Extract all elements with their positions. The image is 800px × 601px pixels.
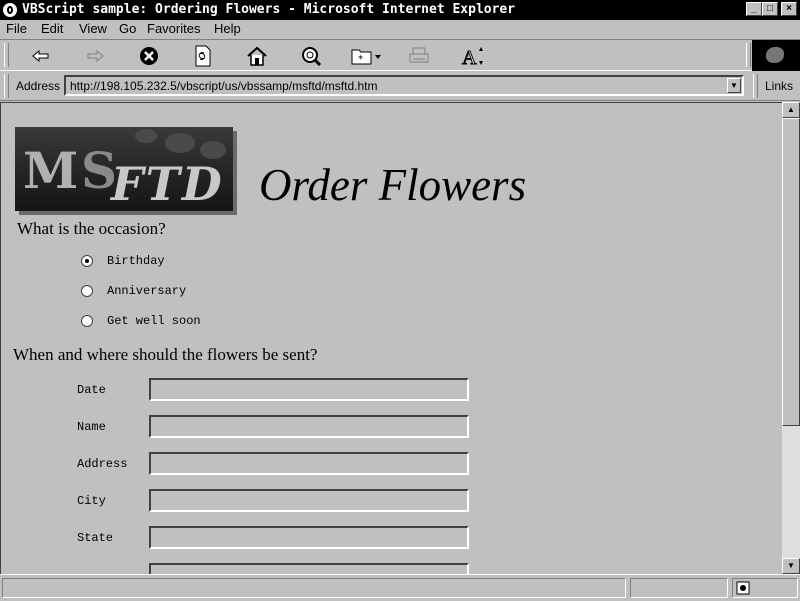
logo-letter-m: M: [23, 141, 78, 200]
delivery-question: When and where should the flowers be sen…: [13, 345, 318, 364]
state-field[interactable]: [149, 526, 469, 549]
address-field[interactable]: [149, 452, 469, 475]
refresh-button[interactable]: [190, 44, 216, 68]
name-label: Name: [77, 420, 106, 434]
vertical-scrollbar[interactable]: ▲ ▼: [782, 102, 800, 574]
font-button[interactable]: A: [460, 44, 486, 68]
stop-icon: [140, 47, 158, 65]
scroll-up-button[interactable]: ▲: [782, 102, 800, 118]
toolbar-grip-right[interactable]: [746, 43, 751, 67]
print-icon: [409, 47, 429, 63]
menu-help[interactable]: Help: [214, 21, 241, 36]
occasion-label: Get well soon: [107, 314, 201, 328]
status-bar: [0, 574, 800, 601]
menu-file[interactable]: File: [6, 21, 27, 36]
status-progress-panel: [630, 578, 728, 598]
address-combobox[interactable]: ▼: [64, 75, 744, 96]
font-icon: A: [462, 47, 483, 67]
partial-next-field[interactable]: [149, 563, 469, 574]
radio-birthday[interactable]: [81, 255, 93, 267]
menu-favorites[interactable]: Favorites: [147, 21, 200, 36]
title-bar: VBScript sample: Ordering Flowers - Micr…: [0, 0, 800, 20]
occasion-label: Anniversary: [107, 284, 187, 298]
svg-text:*: *: [358, 54, 363, 65]
favorites-button[interactable]: *: [350, 44, 384, 68]
forward-icon: [87, 49, 104, 63]
scroll-thumb[interactable]: [782, 118, 800, 426]
chevron-down-icon: ▼: [730, 81, 738, 90]
scroll-down-button[interactable]: ▼: [782, 558, 800, 574]
menu-view[interactable]: View: [79, 21, 107, 36]
menu-go[interactable]: Go: [119, 21, 136, 36]
stop-button[interactable]: [136, 44, 162, 68]
page-title: Order Flowers: [259, 160, 527, 210]
occasion-option-get-well[interactable]: Get well soon: [81, 312, 201, 330]
links-grip[interactable]: [753, 74, 758, 98]
arrow-up-icon: ▲: [787, 105, 795, 114]
forward-button[interactable]: [82, 44, 108, 68]
maximize-button[interactable]: □: [762, 2, 778, 16]
browser-window: VBScript sample: Ordering Flowers - Micr…: [0, 0, 800, 601]
address-grip[interactable]: [4, 74, 9, 98]
state-label: State: [77, 531, 114, 545]
standard-toolbar: * A: [0, 39, 800, 71]
page-content: M S FTD Order Flowers What is the occasi…: [0, 102, 782, 574]
minimize-button[interactable]: _: [746, 2, 762, 16]
city-field[interactable]: [149, 489, 469, 512]
date-label: Date: [77, 383, 106, 397]
address-input[interactable]: [70, 78, 720, 94]
svg-text:A: A: [462, 47, 477, 67]
status-text-panel: [2, 578, 626, 598]
address-label: Address: [16, 79, 61, 93]
date-field[interactable]: [149, 378, 469, 401]
address-dropdown-button[interactable]: ▼: [727, 78, 741, 93]
print-button[interactable]: [406, 44, 432, 68]
close-button[interactable]: ×: [781, 2, 797, 16]
home-icon: [247, 46, 267, 66]
occasion-option-birthday[interactable]: Birthday: [81, 252, 165, 270]
address-field-label: Address: [77, 457, 128, 471]
home-button[interactable]: [244, 44, 270, 68]
links-button[interactable]: Links: [765, 79, 793, 93]
menu-bar: File Edit View Go Favorites Help: [0, 20, 800, 38]
status-zone-panel: [732, 578, 798, 598]
msftd-logo: M S FTD: [15, 127, 233, 211]
toolbar-grip[interactable]: [4, 43, 9, 67]
logo-ftd: FTD: [111, 157, 224, 211]
radio-get-well-soon[interactable]: [81, 315, 93, 327]
ie-throbber-logo: [752, 40, 800, 71]
occasion-question: What is the occasion?: [17, 219, 166, 238]
occasion-label: Birthday: [107, 254, 165, 268]
search-icon: [302, 47, 322, 67]
back-icon: [32, 49, 49, 63]
refresh-icon: [195, 45, 211, 67]
address-bar: Address ▼ Links: [0, 71, 800, 101]
window-title: VBScript sample: Ordering Flowers - Micr…: [22, 2, 516, 17]
occasion-option-anniversary[interactable]: Anniversary: [81, 282, 186, 300]
favorites-icon: *: [351, 49, 381, 65]
zone-icon: [736, 581, 750, 595]
arrow-down-icon: ▼: [787, 561, 795, 570]
radio-anniversary[interactable]: [81, 285, 93, 297]
back-button[interactable]: [28, 44, 54, 68]
menu-edit[interactable]: Edit: [41, 21, 63, 36]
ie-app-icon[interactable]: [3, 3, 17, 17]
name-field[interactable]: [149, 415, 469, 438]
search-button[interactable]: [298, 44, 324, 68]
city-label: City: [77, 494, 106, 508]
